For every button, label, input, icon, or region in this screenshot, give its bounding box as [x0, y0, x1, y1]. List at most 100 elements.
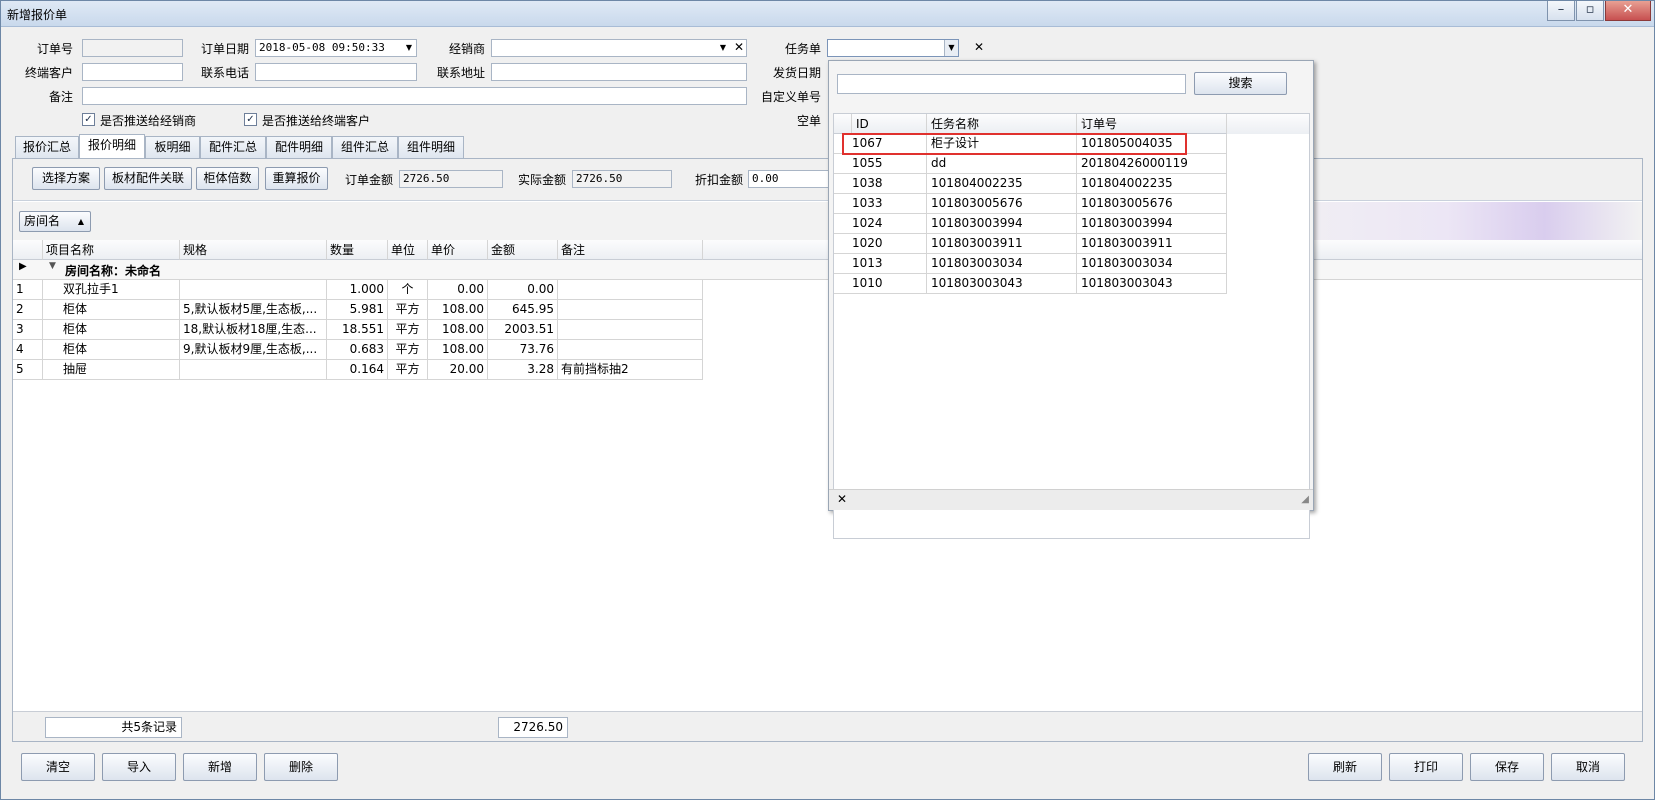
col-header-spec[interactable]: 规格: [180, 240, 327, 260]
task-row[interactable]: 1020 101803003911 101803003911: [834, 234, 1227, 254]
cell-amount[interactable]: 0.00: [488, 280, 558, 300]
cell-unit[interactable]: 平方: [388, 300, 428, 320]
tab-component-summary[interactable]: 组件汇总: [332, 136, 398, 158]
cell-spec[interactable]: 5,默认板材5厘,生态板,...: [180, 300, 327, 320]
task-row[interactable]: 1033 101803005676 101803005676: [834, 194, 1227, 214]
cell-price[interactable]: 0.00: [428, 280, 488, 300]
order-date-picker[interactable]: 2018-05-08 09:50:33 ▼: [255, 39, 417, 57]
cell-qty[interactable]: 18.551: [327, 320, 388, 340]
cell-amount[interactable]: 2003.51: [488, 320, 558, 340]
cell-name[interactable]: 柜体: [43, 320, 180, 340]
tab-parts-summary[interactable]: 配件汇总: [200, 136, 266, 158]
tab-board-detail[interactable]: 板明细: [145, 136, 200, 158]
cell-name[interactable]: 抽屉: [43, 360, 180, 380]
address-field[interactable]: [491, 63, 747, 81]
col-header-id[interactable]: ID: [852, 114, 927, 134]
table-row[interactable]: 1 双孔拉手1 1.000 个 0.00 0.00: [13, 280, 703, 300]
cell-spec[interactable]: [180, 280, 327, 300]
resize-grip-icon[interactable]: ◢: [1301, 494, 1309, 505]
cabinet-multiple-button[interactable]: 柜体倍数: [196, 167, 259, 190]
clear-button[interactable]: 清空: [21, 753, 95, 781]
actual-amount-field[interactable]: 2726.50: [572, 170, 672, 188]
cell-qty[interactable]: 1.000: [327, 280, 388, 300]
cell-remark[interactable]: [558, 320, 703, 340]
cell-price[interactable]: 108.00: [428, 340, 488, 360]
table-row[interactable]: 4 柜体 9,默认板材9厘,生态板,... 0.683 平方 108.00 73…: [13, 340, 703, 360]
col-header-remark[interactable]: 备注: [558, 240, 703, 260]
cell-spec[interactable]: [180, 360, 327, 380]
popup-search-input[interactable]: [837, 74, 1186, 94]
chevron-down-icon[interactable]: ▼: [944, 40, 958, 56]
task-row[interactable]: 1010 101803003043 101803003043: [834, 274, 1227, 294]
add-button[interactable]: 新增: [183, 753, 257, 781]
popup-search-button[interactable]: 搜索: [1194, 72, 1287, 95]
col-header-amount[interactable]: 金额: [488, 240, 558, 260]
dealer-select[interactable]: ▼ ✕: [491, 39, 747, 57]
cell-unit[interactable]: 平方: [388, 340, 428, 360]
cell-unit[interactable]: 个: [388, 280, 428, 300]
task-row[interactable]: 1013 101803003034 101803003034: [834, 254, 1227, 274]
cell-price[interactable]: 108.00: [428, 320, 488, 340]
cell-price[interactable]: 20.00: [428, 360, 488, 380]
cell-qty[interactable]: 0.164: [327, 360, 388, 380]
refresh-button[interactable]: 刷新: [1308, 753, 1382, 781]
cell-spec[interactable]: 9,默认板材9厘,生态板,...: [180, 340, 327, 360]
cell-remark[interactable]: [558, 280, 703, 300]
cell-qty[interactable]: 5.981: [327, 300, 388, 320]
col-header-task-name[interactable]: 任务名称: [927, 114, 1077, 134]
popup-close-icon[interactable]: ✕: [837, 492, 847, 506]
cell-remark[interactable]: [558, 300, 703, 320]
discount-field[interactable]: 0.00: [748, 170, 838, 188]
cell-name[interactable]: 柜体: [43, 340, 180, 360]
task-row[interactable]: 1055 dd 20180426000119: [834, 154, 1227, 174]
remark-field[interactable]: [82, 87, 747, 105]
col-header-name[interactable]: 项目名称: [43, 240, 180, 260]
end-customer-field[interactable]: [82, 63, 183, 81]
phone-field[interactable]: [255, 63, 417, 81]
cell-unit[interactable]: 平方: [388, 320, 428, 340]
col-header-order-no[interactable]: 订单号: [1077, 114, 1227, 134]
minimize-icon[interactable]: –: [1547, 1, 1575, 21]
import-button[interactable]: 导入: [102, 753, 176, 781]
task-row[interactable]: 1024 101803003994 101803003994: [834, 214, 1227, 234]
order-amount-field[interactable]: 2726.50: [399, 170, 503, 188]
cell-remark[interactable]: 有前挡标抽2: [558, 360, 703, 380]
delete-button[interactable]: 删除: [264, 753, 338, 781]
task-clear-icon[interactable]: ✕: [972, 40, 986, 56]
cell-amount[interactable]: 73.76: [488, 340, 558, 360]
cell-amount[interactable]: 3.28: [488, 360, 558, 380]
cancel-button[interactable]: 取消: [1551, 753, 1625, 781]
cell-remark[interactable]: [558, 340, 703, 360]
tab-quote-detail[interactable]: 报价明细: [79, 134, 145, 158]
task-select[interactable]: ▼: [827, 39, 959, 57]
close-window-icon[interactable]: ✕: [1605, 1, 1651, 21]
col-header-price[interactable]: 单价: [428, 240, 488, 260]
group-chip-room[interactable]: 房间名 ▲: [19, 211, 91, 232]
chevron-down-icon[interactable]: ▼: [402, 40, 416, 56]
col-header-unit[interactable]: 单位: [388, 240, 428, 260]
table-row[interactable]: 5 抽屉 0.164 平方 20.00 3.28 有前挡标抽2: [13, 360, 703, 380]
table-row[interactable]: 2 柜体 5,默认板材5厘,生态板,... 5.981 平方 108.00 64…: [13, 300, 703, 320]
cell-name[interactable]: 双孔拉手1: [43, 280, 180, 300]
order-no-field[interactable]: [82, 39, 183, 57]
tab-quote-summary[interactable]: 报价汇总: [15, 136, 79, 158]
maximize-icon[interactable]: ▫: [1576, 1, 1604, 21]
clear-icon[interactable]: ✕: [732, 40, 746, 56]
cell-qty[interactable]: 0.683: [327, 340, 388, 360]
tab-component-detail[interactable]: 组件明细: [398, 136, 464, 158]
recalc-button[interactable]: 重算报价: [265, 167, 328, 190]
cell-price[interactable]: 108.00: [428, 300, 488, 320]
push-customer-checkbox[interactable]: ✓: [244, 113, 257, 126]
cell-name[interactable]: 柜体: [43, 300, 180, 320]
table-row[interactable]: 3 柜体 18,默认板材18厘,生态... 18.551 平方 108.00 2…: [13, 320, 703, 340]
cell-unit[interactable]: 平方: [388, 360, 428, 380]
cell-spec[interactable]: 18,默认板材18厘,生态...: [180, 320, 327, 340]
select-plan-button[interactable]: 选择方案: [32, 167, 100, 190]
tab-parts-detail[interactable]: 配件明细: [266, 136, 332, 158]
push-dealer-checkbox[interactable]: ✓: [82, 113, 95, 126]
print-button[interactable]: 打印: [1389, 753, 1463, 781]
cell-amount[interactable]: 645.95: [488, 300, 558, 320]
collapse-icon[interactable]: ▼: [49, 261, 56, 271]
board-link-button[interactable]: 板材配件关联: [104, 167, 192, 190]
task-row[interactable]: 1038 101804002235 101804002235: [834, 174, 1227, 194]
